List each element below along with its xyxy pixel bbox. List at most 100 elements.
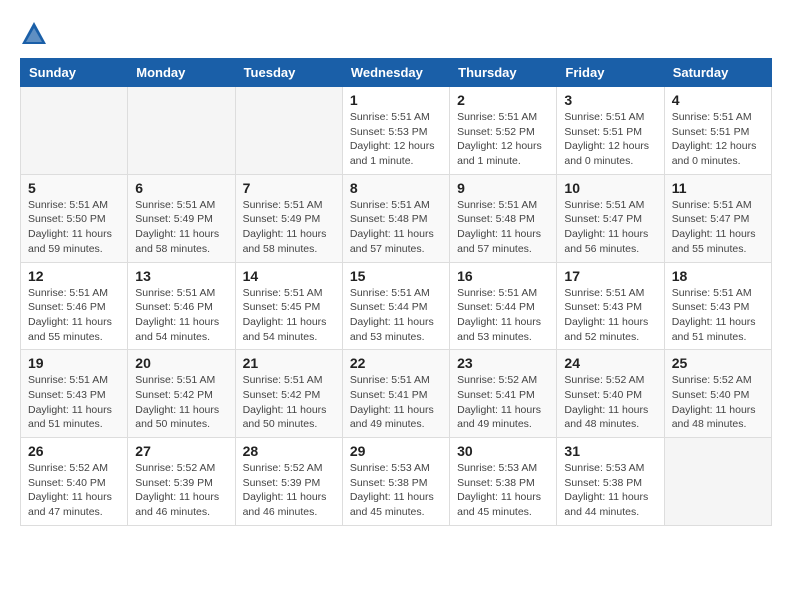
cell-content: Sunrise: 5:51 AMSunset: 5:46 PMDaylight:… xyxy=(135,286,227,345)
cell-content: Sunrise: 5:51 AMSunset: 5:48 PMDaylight:… xyxy=(457,198,549,257)
day-header-friday: Friday xyxy=(557,59,664,87)
calendar-week-5: 26Sunrise: 5:52 AMSunset: 5:40 PMDayligh… xyxy=(21,438,772,526)
cell-content: Sunrise: 5:52 AMSunset: 5:41 PMDaylight:… xyxy=(457,373,549,432)
day-number: 20 xyxy=(135,355,227,371)
cell-content: Sunrise: 5:51 AMSunset: 5:51 PMDaylight:… xyxy=(672,110,764,169)
day-header-wednesday: Wednesday xyxy=(342,59,449,87)
day-number: 9 xyxy=(457,180,549,196)
calendar-cell xyxy=(664,438,771,526)
calendar-cell xyxy=(235,87,342,175)
calendar-cell: 21 Sunrise: 5:51 AMSunset: 5:42 PMDayligh… xyxy=(235,350,342,438)
calendar-cell: 17Sunrise: 5:51 AMSunset: 5:43 PMDayligh… xyxy=(557,262,664,350)
day-number: 2 xyxy=(457,92,549,108)
calendar-cell: 15 Sunrise: 5:51 AMSunset: 5:44 PMDayligh… xyxy=(342,262,449,350)
cell-content: Sunrise: 5:51 AMSunset: 5:43 PMDaylight:… xyxy=(564,286,656,345)
calendar-cell: 14 Sunrise: 5:51 AMSunset: 5:45 PMDayligh… xyxy=(235,262,342,350)
calendar-cell: 25Sunrise: 5:52 AMSunset: 5:40 PMDayligh… xyxy=(664,350,771,438)
cell-content: Sunrise: 5:52 AMSunset: 5:39 PMDaylight:… xyxy=(135,461,227,520)
day-number: 16 xyxy=(457,268,549,284)
cell-content: Sunrise: 5:51 AMSunset: 5:44 PMDaylight:… xyxy=(350,286,442,345)
calendar-cell: 9 Sunrise: 5:51 AMSunset: 5:48 PMDaylight… xyxy=(450,174,557,262)
calendar-cell: 12 Sunrise: 5:51 AMSunset: 5:46 PMDayligh… xyxy=(21,262,128,350)
calendar-cell: 13Sunrise: 5:51 AMSunset: 5:46 PMDayligh… xyxy=(128,262,235,350)
logo xyxy=(20,20,54,48)
calendar-cell: 28Sunrise: 5:52 AMSunset: 5:39 PMDayligh… xyxy=(235,438,342,526)
calendar-cell: 8 Sunrise: 5:51 AMSunset: 5:48 PMDaylight… xyxy=(342,174,449,262)
day-header-saturday: Saturday xyxy=(664,59,771,87)
cell-content: Sunrise: 5:51 AMSunset: 5:50 PMDaylight:… xyxy=(28,198,120,257)
cell-content: Sunrise: 5:53 AMSunset: 5:38 PMDaylight:… xyxy=(564,461,656,520)
calendar-cell: 29 Sunrise: 5:53 AMSunset: 5:38 PMDayligh… xyxy=(342,438,449,526)
calendar-cell: 24 Sunrise: 5:52 AMSunset: 5:40 PMDayligh… xyxy=(557,350,664,438)
cell-content: Sunrise: 5:51 AMSunset: 5:45 PMDaylight:… xyxy=(243,286,335,345)
cell-content: Sunrise: 5:51 AMSunset: 5:44 PMDaylight:… xyxy=(457,286,549,345)
cell-content: Sunrise: 5:51 AMSunset: 5:46 PMDaylight:… xyxy=(28,286,120,345)
calendar-cell: 4 Sunrise: 5:51 AMSunset: 5:51 PMDaylight… xyxy=(664,87,771,175)
day-number: 8 xyxy=(350,180,442,196)
cell-content: Sunrise: 5:52 AMSunset: 5:39 PMDaylight:… xyxy=(243,461,335,520)
calendar-cell xyxy=(21,87,128,175)
day-number: 15 xyxy=(350,268,442,284)
day-header-sunday: Sunday xyxy=(21,59,128,87)
calendar-cell: 3 Sunrise: 5:51 AMSunset: 5:51 PMDaylight… xyxy=(557,87,664,175)
calendar-header-row: SundayMondayTuesdayWednesdayThursdayFrid… xyxy=(21,59,772,87)
cell-content: Sunrise: 5:52 AMSunset: 5:40 PMDaylight:… xyxy=(672,373,764,432)
cell-content: Sunrise: 5:51 AMSunset: 5:48 PMDaylight:… xyxy=(350,198,442,257)
calendar-cell: 1 Sunrise: 5:51 AMSunset: 5:53 PMDaylight… xyxy=(342,87,449,175)
cell-content: Sunrise: 5:51 AMSunset: 5:47 PMDaylight:… xyxy=(564,198,656,257)
day-number: 5 xyxy=(28,180,120,196)
cell-content: Sunrise: 5:51 AMSunset: 5:49 PMDaylight:… xyxy=(135,198,227,257)
calendar-cell: 6Sunrise: 5:51 AMSunset: 5:49 PMDaylight… xyxy=(128,174,235,262)
calendar-cell: 11 Sunrise: 5:51 AMSunset: 5:47 PMDayligh… xyxy=(664,174,771,262)
calendar-week-4: 19 Sunrise: 5:51 AMSunset: 5:43 PMDayligh… xyxy=(21,350,772,438)
cell-content: Sunrise: 5:51 AMSunset: 5:42 PMDaylight:… xyxy=(135,373,227,432)
day-number: 1 xyxy=(350,92,442,108)
calendar-cell: 27Sunrise: 5:52 AMSunset: 5:39 PMDayligh… xyxy=(128,438,235,526)
cell-content: Sunrise: 5:51 AMSunset: 5:43 PMDaylight:… xyxy=(672,286,764,345)
day-number: 24 xyxy=(564,355,656,371)
cell-content: Sunrise: 5:52 AMSunset: 5:40 PMDaylight:… xyxy=(564,373,656,432)
day-header-thursday: Thursday xyxy=(450,59,557,87)
calendar-cell: 19 Sunrise: 5:51 AMSunset: 5:43 PMDayligh… xyxy=(21,350,128,438)
calendar-cell: 16 Sunrise: 5:51 AMSunset: 5:44 PMDayligh… xyxy=(450,262,557,350)
calendar-week-3: 12 Sunrise: 5:51 AMSunset: 5:46 PMDayligh… xyxy=(21,262,772,350)
day-number: 22 xyxy=(350,355,442,371)
cell-content: Sunrise: 5:51 AMSunset: 5:49 PMDaylight:… xyxy=(243,198,335,257)
cell-content: Sunrise: 5:52 AMSunset: 5:40 PMDaylight:… xyxy=(28,461,120,520)
day-number: 12 xyxy=(28,268,120,284)
day-number: 21 xyxy=(243,355,335,371)
day-number: 14 xyxy=(243,268,335,284)
day-number: 30 xyxy=(457,443,549,459)
calendar-cell: 5 Sunrise: 5:51 AMSunset: 5:50 PMDaylight… xyxy=(21,174,128,262)
cell-content: Sunrise: 5:53 AMSunset: 5:38 PMDaylight:… xyxy=(350,461,442,520)
calendar-cell: 26Sunrise: 5:52 AMSunset: 5:40 PMDayligh… xyxy=(21,438,128,526)
page-header xyxy=(20,20,772,48)
cell-content: Sunrise: 5:53 AMSunset: 5:38 PMDaylight:… xyxy=(457,461,549,520)
cell-content: Sunrise: 5:51 AMSunset: 5:53 PMDaylight:… xyxy=(350,110,442,169)
calendar-cell: 7 Sunrise: 5:51 AMSunset: 5:49 PMDaylight… xyxy=(235,174,342,262)
cell-content: Sunrise: 5:51 AMSunset: 5:43 PMDaylight:… xyxy=(28,373,120,432)
cell-content: Sunrise: 5:51 AMSunset: 5:41 PMDaylight:… xyxy=(350,373,442,432)
calendar-table: SundayMondayTuesdayWednesdayThursdayFrid… xyxy=(20,58,772,526)
day-number: 10 xyxy=(564,180,656,196)
cell-content: Sunrise: 5:51 AMSunset: 5:51 PMDaylight:… xyxy=(564,110,656,169)
day-number: 3 xyxy=(564,92,656,108)
day-number: 29 xyxy=(350,443,442,459)
calendar-cell: 23Sunrise: 5:52 AMSunset: 5:41 PMDayligh… xyxy=(450,350,557,438)
calendar-cell: 18 Sunrise: 5:51 AMSunset: 5:43 PMDayligh… xyxy=(664,262,771,350)
cell-content: Sunrise: 5:51 AMSunset: 5:42 PMDaylight:… xyxy=(243,373,335,432)
day-number: 4 xyxy=(672,92,764,108)
day-number: 19 xyxy=(28,355,120,371)
day-number: 7 xyxy=(243,180,335,196)
cell-content: Sunrise: 5:51 AMSunset: 5:52 PMDaylight:… xyxy=(457,110,549,169)
calendar-cell xyxy=(128,87,235,175)
calendar-cell: 30 Sunrise: 5:53 AMSunset: 5:38 PMDayligh… xyxy=(450,438,557,526)
day-number: 11 xyxy=(672,180,764,196)
calendar-cell: 22 Sunrise: 5:51 AMSunset: 5:41 PMDayligh… xyxy=(342,350,449,438)
day-number: 18 xyxy=(672,268,764,284)
calendar-week-1: 1 Sunrise: 5:51 AMSunset: 5:53 PMDaylight… xyxy=(21,87,772,175)
day-header-monday: Monday xyxy=(128,59,235,87)
cell-content: Sunrise: 5:51 AMSunset: 5:47 PMDaylight:… xyxy=(672,198,764,257)
calendar-week-2: 5 Sunrise: 5:51 AMSunset: 5:50 PMDaylight… xyxy=(21,174,772,262)
calendar-cell: 10 Sunrise: 5:51 AMSunset: 5:47 PMDayligh… xyxy=(557,174,664,262)
